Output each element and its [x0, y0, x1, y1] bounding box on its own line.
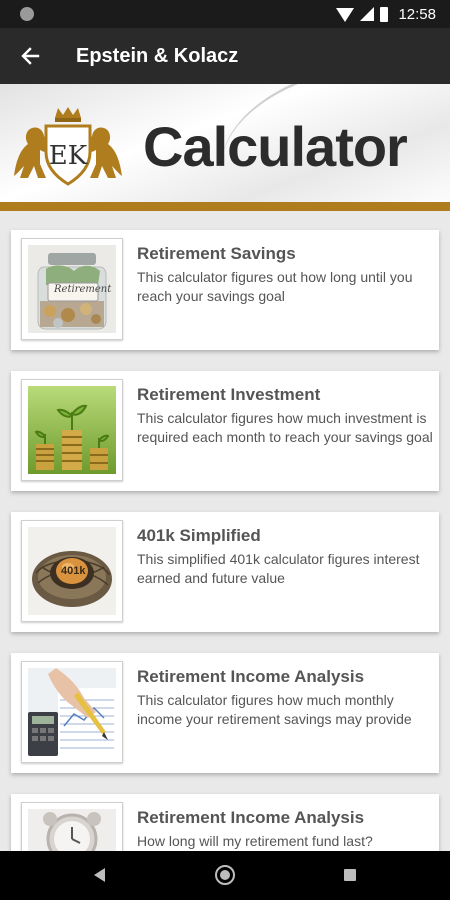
card-description: This simplified 401k calculator figures … — [137, 551, 420, 586]
coin-stacks-plants-icon — [28, 386, 116, 474]
system-nav-bar — [0, 851, 450, 900]
calculator-list[interactable]: Retirement Retirement Savings This calcu… — [0, 211, 450, 851]
logo-lettering: EK — [49, 141, 88, 171]
calculator-card-401k-simplified[interactable]: 401k 401k Simplified This simplified 401… — [11, 512, 439, 632]
signal-icon — [360, 7, 375, 21]
card-thumbnail: Retirement — [21, 238, 123, 340]
card-description: How long will my retirement fund last? — [137, 833, 373, 849]
calculator-banner: EK Calculator — [0, 84, 450, 211]
calculator-card-retirement-investment[interactable]: Retirement Investment This calculator fi… — [11, 371, 439, 491]
thumb-label: 401k — [61, 565, 86, 577]
card-thumbnail: 401k — [21, 520, 123, 622]
gold-divider — [0, 202, 450, 211]
card-title: Retirement Income Analysis — [137, 667, 365, 686]
calculator-card-retirement-income-analysis[interactable]: Retirement Income Analysis This calculat… — [11, 653, 439, 773]
page-title: Epstein & Kolacz — [76, 44, 239, 67]
ek-crest-logo: EK — [14, 107, 122, 186]
card-thumbnail — [21, 379, 123, 481]
calculator-card-retirement-savings[interactable]: Retirement Retirement Savings This calcu… — [11, 230, 439, 350]
card-title: Retirement Savings — [137, 244, 296, 263]
card-thumbnail — [21, 661, 123, 763]
back-arrow-icon[interactable] — [0, 28, 60, 84]
nav-recents-icon[interactable] — [344, 869, 356, 881]
notification-dot-icon — [20, 7, 34, 21]
banner-title: Calculator — [143, 115, 408, 178]
nest-egg-icon: 401k — [28, 527, 116, 615]
status-bar: 12:58 — [0, 0, 450, 28]
status-icons: 12:58 — [336, 4, 436, 24]
nav-home-icon[interactable] — [215, 865, 235, 885]
card-description: This calculator figures out how long unt… — [137, 269, 413, 304]
wifi-icon — [336, 8, 355, 22]
battery-icon — [380, 6, 389, 22]
app-bar: Epstein & Kolacz — [0, 28, 450, 84]
card-description: This calculator figures how much investm… — [137, 410, 433, 445]
card-title: 401k Simplified — [137, 526, 261, 545]
thumb-label: Retirement — [54, 284, 112, 295]
calculator-card-retirement-income-analysis-2[interactable]: Retirement Income Analysis How long will… — [11, 794, 439, 851]
card-thumbnail — [21, 802, 123, 851]
calculator-writing-icon — [28, 668, 116, 756]
clock-icon — [28, 809, 116, 851]
nav-back-icon[interactable] — [94, 868, 105, 882]
card-title: Retirement Income Analysis — [137, 808, 365, 827]
status-time: 12:58 — [398, 5, 436, 23]
card-description: This calculator figures how much monthly… — [137, 692, 412, 727]
jar-of-coins-icon: Retirement — [28, 245, 116, 333]
card-title: Retirement Investment — [137, 385, 321, 404]
